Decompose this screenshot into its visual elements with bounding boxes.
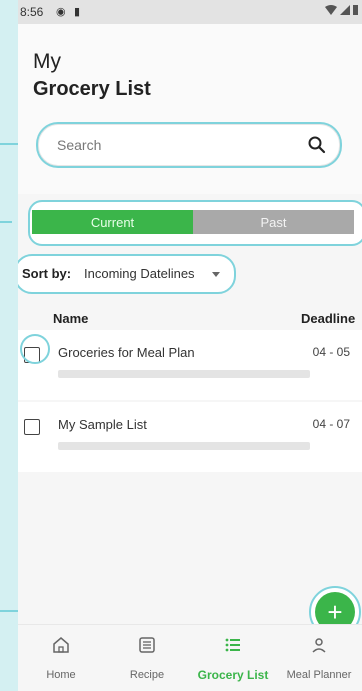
tab-current[interactable]: Current (32, 210, 193, 234)
nav-recipe[interactable]: Recipe (104, 625, 190, 691)
column-header-deadline: Deadline (301, 311, 356, 326)
list-item[interactable]: Groceries for Meal Plan 04 - 05 (18, 330, 362, 400)
list-item-checkbox[interactable] (24, 419, 40, 435)
wifi-icon (325, 5, 337, 15)
nav-grocery-list[interactable]: Grocery List (190, 625, 276, 691)
nav-label: Recipe (129, 669, 165, 681)
list-item-deadline: 04 - 07 (312, 417, 350, 431)
list-item-progress (58, 442, 310, 450)
segment-buttons: Current Past (32, 210, 354, 234)
list-item-name: Groceries for Meal Plan (58, 345, 195, 360)
nav-label: Grocery List (197, 668, 269, 682)
nav-label: Meal Planner (286, 669, 352, 681)
tab-past[interactable]: Past (193, 210, 354, 234)
nav-home[interactable]: Home (18, 625, 104, 691)
sort-dropdown[interactable]: Sort by: Incoming Datelines (18, 254, 236, 294)
home-icon (53, 637, 69, 653)
nav-label: Home (46, 669, 76, 681)
sort-label: Sort by: (22, 266, 72, 281)
annotation-line-segments (0, 221, 12, 223)
person-icon (312, 638, 326, 653)
page-title-line1: My (33, 50, 61, 73)
bottom-nav: Home Recipe Grocery List Meal Planner (18, 624, 362, 691)
sd-card-icon: ▮ (74, 6, 81, 18)
checkbox-highlight (20, 334, 50, 364)
status-bar: 8:56 ◉ ▮ (18, 0, 362, 24)
search-input[interactable]: Search (38, 124, 340, 166)
list-item-deadline: 04 - 05 (312, 345, 350, 359)
search-icon[interactable] (307, 135, 327, 155)
list-icon (225, 638, 240, 652)
header (18, 24, 362, 194)
app-screen: 8:56 ◉ ▮ My Grocery List Search Current … (18, 0, 362, 691)
list-item-name: My Sample List (58, 417, 147, 432)
signal-icon (340, 5, 350, 15)
notification-icon: ◉ (56, 6, 66, 18)
list-item[interactable]: My Sample List 04 - 07 (18, 402, 362, 472)
column-header-name: Name (53, 311, 89, 326)
chevron-down-icon (212, 272, 220, 277)
search-placeholder: Search (57, 137, 102, 153)
page-title: Grocery List (33, 78, 151, 100)
sort-value: Incoming Datelines (84, 266, 195, 281)
nav-meal-planner[interactable]: Meal Planner (276, 625, 362, 691)
recipe-icon (139, 637, 155, 653)
status-time: 8:56 (20, 5, 44, 19)
battery-icon (353, 5, 358, 15)
list-item-progress (58, 370, 310, 378)
